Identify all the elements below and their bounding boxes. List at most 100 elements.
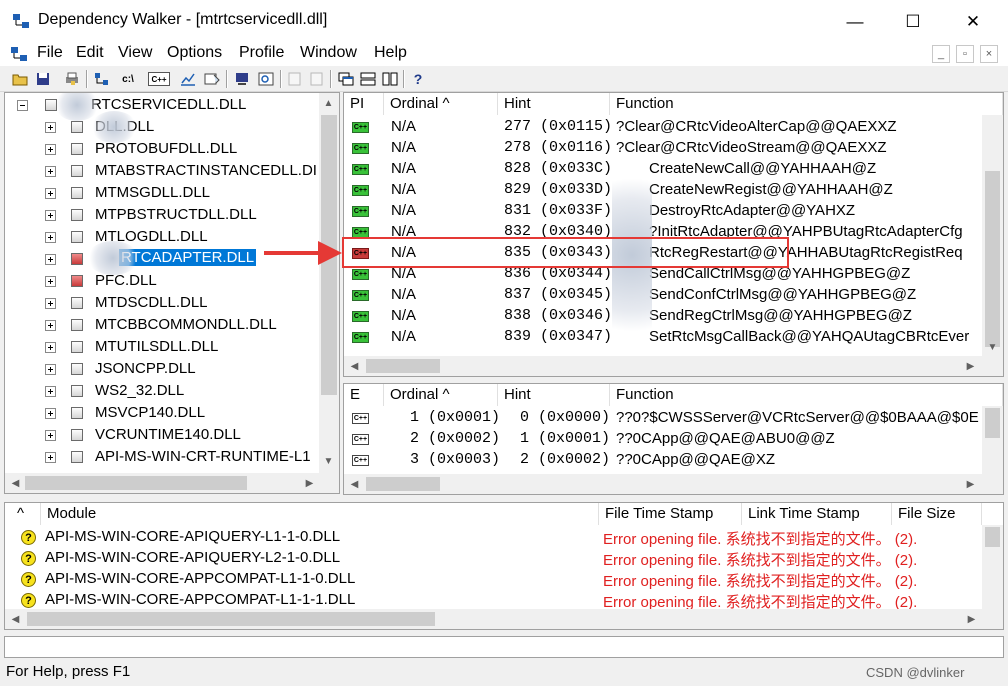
import-row[interactable]: C++ N/A 278 (0x0116) ?Clear@CRtcVideoStream… — [344, 138, 982, 159]
module-row[interactable]: ? API-MS-WIN-CORE-APIQUERY-L1-1-0.DLL Erro… — [5, 527, 981, 548]
mdi-minimize-button[interactable]: _ — [932, 45, 950, 63]
tree-item[interactable]: PROTOBUFDLL.DLL — [5, 138, 325, 160]
module-row[interactable]: ? API-MS-WIN-CORE-APPCOMPAT-L1-1-1.DLL Err… — [5, 590, 981, 611]
expand-icon[interactable] — [45, 364, 56, 375]
column-header-function[interactable]: Function — [610, 93, 1003, 115]
import-row[interactable]: C++ N/A 277 (0x0115) ?Clear@CRtcVideoAlterC… — [344, 117, 982, 138]
import-row[interactable]: C++ N/A 837 (0x0345) SendConfCtrlMsg@@YAHHG… — [344, 285, 982, 306]
import-row[interactable]: C++ N/A 829 (0x033D) CreateNewRegist@@YAHHA… — [344, 180, 982, 201]
save-icon[interactable] — [33, 69, 53, 89]
scroll-right-arrow-icon[interactable]: ▶ — [962, 358, 979, 375]
import-row[interactable]: C++ N/A 828 (0x033C) CreateNewCall@@YAHHAAH… — [344, 159, 982, 180]
import-row[interactable]: C++ N/A 839 (0x0347) SetRtcMsgCallBack@@YAH… — [344, 327, 982, 348]
tree-horizontal-scrollbar[interactable]: ◀ ▶ — [5, 473, 339, 493]
scrollbar-thumb[interactable] — [366, 359, 440, 373]
tile-vertical-icon[interactable] — [380, 69, 400, 89]
scroll-left-arrow-icon[interactable]: ◀ — [346, 358, 363, 375]
cascade-icon[interactable] — [336, 69, 356, 89]
open-icon[interactable] — [10, 69, 30, 89]
menu-help[interactable]: Help — [374, 44, 407, 62]
menu-options[interactable]: Options — [167, 44, 222, 62]
expand-icon[interactable] — [45, 232, 56, 243]
scroll-right-arrow-icon[interactable]: ▶ — [962, 476, 979, 493]
import-row[interactable]: C++ N/A 838 (0x0346) SendRegCtrlMsg@@YAHHGP… — [344, 306, 982, 327]
tree-item[interactable]: MTDSCDLL.DLL — [5, 292, 325, 314]
mdi-restore-button[interactable]: ▫ — [956, 45, 974, 63]
column-header-ordinal[interactable]: Ordinal ^ — [384, 384, 498, 406]
column-header-link-time-stamp[interactable]: Link Time Stamp — [742, 503, 892, 525]
scroll-down-arrow-icon[interactable]: ▼ — [320, 453, 337, 470]
modules-horizontal-scrollbar[interactable]: ◀ ▶ — [5, 609, 1003, 629]
modules-vertical-scrollbar[interactable] — [982, 525, 1003, 609]
scroll-down-arrow-icon[interactable]: ▼ — [984, 339, 1001, 356]
tree-root-row[interactable]: RTCSERVICEDLL.DLL — [5, 94, 325, 116]
scrollbar-thumb[interactable] — [985, 527, 1000, 547]
exports-horizontal-scrollbar[interactable]: ◀ ▶ — [344, 474, 1003, 494]
scrollbar-thumb[interactable] — [27, 612, 435, 626]
expand-icon[interactable] — [45, 408, 56, 419]
chart-icon[interactable] — [178, 69, 198, 89]
scrollbar-thumb[interactable] — [366, 477, 440, 491]
system-info-icon[interactable] — [232, 69, 252, 89]
tile-horizontal-icon[interactable] — [358, 69, 378, 89]
column-header-sort[interactable]: ^ — [5, 503, 41, 525]
column-header-ordinal[interactable]: Ordinal ^ — [384, 93, 498, 115]
menu-view[interactable]: View — [118, 44, 152, 62]
column-header-module[interactable]: Module — [41, 503, 599, 525]
tree-item[interactable]: JSONCPP.DLL — [5, 358, 325, 380]
column-header-file-time-stamp[interactable]: File Time Stamp — [599, 503, 742, 525]
copy-icon[interactable] — [92, 69, 112, 89]
scroll-left-arrow-icon[interactable]: ◀ — [7, 611, 24, 628]
export-row[interactable]: C++ 1 (0x0001) 0 (0x0000) ??0?$CWSSServer@V… — [344, 408, 982, 429]
tree-item[interactable]: MTCBBCOMMONDLL.DLL — [5, 314, 325, 336]
exports-vertical-scrollbar[interactable] — [982, 406, 1003, 474]
module-row[interactable]: ? API-MS-WIN-CORE-APPCOMPAT-L1-1-0.DLL Err… — [5, 569, 981, 590]
highlight-next-icon[interactable] — [307, 69, 327, 89]
imports-horizontal-scrollbar[interactable]: ◀ ▶ — [344, 356, 1003, 376]
help-icon[interactable]: ? — [408, 69, 428, 89]
properties-icon[interactable] — [202, 69, 222, 89]
scrollbar-thumb[interactable] — [985, 408, 1000, 438]
tree-item[interactable]: MSVCP140.DLL — [5, 402, 325, 424]
menu-profile[interactable]: Profile — [239, 44, 284, 62]
close-button[interactable]: ✕ — [950, 8, 996, 36]
scroll-right-arrow-icon[interactable]: ▶ — [301, 475, 318, 492]
tree-item[interactable]: MTPBSTRUCTDLL.DLL — [5, 204, 325, 226]
module-row[interactable]: ? API-MS-WIN-CORE-APIQUERY-L2-1-0.DLL Erro… — [5, 548, 981, 569]
expand-icon[interactable] — [45, 144, 56, 155]
column-header-e[interactable]: E — [344, 384, 384, 406]
column-header-hint[interactable]: Hint — [498, 93, 610, 115]
expand-icon[interactable] — [45, 254, 56, 265]
expand-icon[interactable] — [45, 276, 56, 287]
scroll-left-arrow-icon[interactable]: ◀ — [7, 475, 24, 492]
column-header-file-size[interactable]: File Size — [892, 503, 982, 525]
scroll-up-arrow-icon[interactable]: ▲ — [320, 95, 337, 112]
mdi-close-button[interactable]: × — [980, 45, 998, 63]
scrollbar-thumb[interactable] — [985, 171, 1000, 347]
tree-item[interactable]: MTABSTRACTINSTANCEDLL.DI — [5, 160, 325, 182]
collapse-icon[interactable] — [17, 100, 28, 111]
import-row[interactable]: C++ N/A 831 (0x033F) DestroyRtcAdapter@@YAH… — [344, 201, 982, 222]
column-header-hint[interactable]: Hint — [498, 384, 610, 406]
expand-icon[interactable] — [45, 166, 56, 177]
print-icon[interactable] — [62, 69, 82, 89]
column-header-pi[interactable]: PI — [344, 93, 384, 115]
tree-item[interactable]: DLL.DLL — [5, 116, 325, 138]
maximize-button[interactable]: ☐ — [890, 8, 936, 36]
expand-icon[interactable] — [45, 298, 56, 309]
tree-vertical-scrollbar[interactable]: ▲ ▼ — [319, 93, 339, 473]
minimize-button[interactable]: — — [832, 8, 878, 36]
expand-icon[interactable] — [45, 210, 56, 221]
menu-file[interactable]: File — [37, 44, 63, 62]
expand-icon[interactable] — [45, 430, 56, 441]
expand-icon[interactable] — [45, 342, 56, 353]
tree-item[interactable]: PFC.DLL — [5, 270, 325, 292]
tree-item[interactable]: MTUTILSDLL.DLL — [5, 336, 325, 358]
tree-item[interactable]: WS2_32.DLL — [5, 380, 325, 402]
tree-item[interactable]: API-MS-WIN-CRT-RUNTIME-L1 — [5, 446, 325, 468]
export-row[interactable]: C++ 2 (0x0002) 1 (0x0001) ??0CApp@@QAE@ABU0… — [344, 429, 982, 450]
scrollbar-thumb[interactable] — [25, 476, 247, 490]
export-row[interactable]: C++ 3 (0x0003) 2 (0x0002) ??0CApp@@QAE@XZ — [344, 450, 982, 471]
column-header-function[interactable]: Function — [610, 384, 1003, 406]
tree-item[interactable]: MTMSGDLL.DLL — [5, 182, 325, 204]
